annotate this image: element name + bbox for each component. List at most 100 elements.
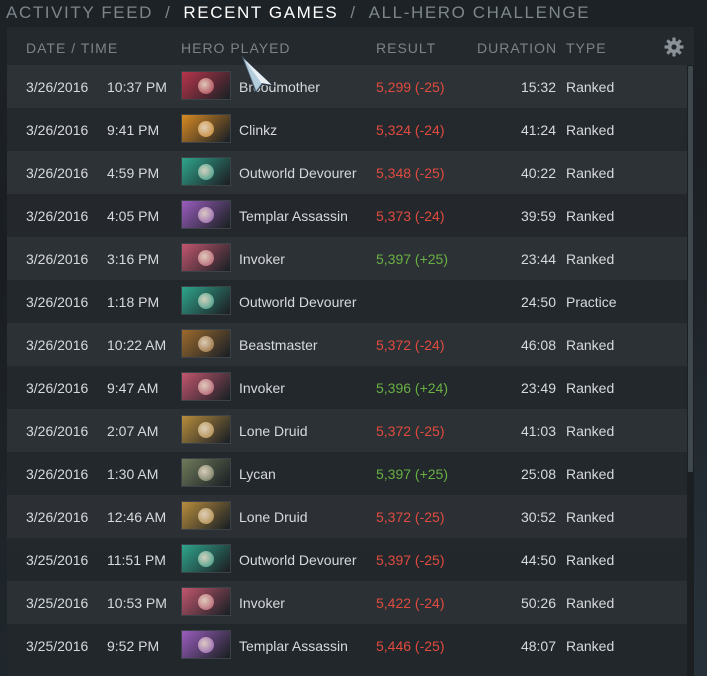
table-row[interactable]: 3/26/2016 9:47 AM Invoker 5,396 (+24) 23:49 R… [7,366,687,409]
hero-name: Lone Druid [239,509,308,525]
game-date: 3/26/2016 [26,380,89,396]
hero-portrait [181,71,231,100]
game-type: Ranked [566,251,615,267]
game-type: Ranked [566,595,615,611]
hero-name: Outworld Devourer [239,294,357,310]
hero-name: Lycan [239,466,276,482]
hero-face-icon [198,636,214,653]
table-row[interactable]: 3/26/2016 4:05 PM Templar Assassin 5,373 (-… [7,194,687,237]
game-duration: 23:49 [520,380,556,396]
scrollbar[interactable] [687,65,694,676]
table-header: DATE / TIME HERO PLAYED RESULT DURATION … [7,27,694,65]
game-time: 9:52 PM [107,638,160,654]
tab-bar: ACTIVITY FEED / RECENT GAMES / ALL-HERO … [0,0,707,26]
hero-name: Outworld Devourer [239,552,357,568]
table-row[interactable]: 3/26/2016 2:07 AM Lone Druid 5,372 (-25) 41:… [7,409,687,452]
recent-games-panel: DATE / TIME HERO PLAYED RESULT DURATION … [7,27,694,676]
hero-portrait [181,544,231,573]
scrollbar-thumb[interactable] [688,66,693,472]
table-row[interactable]: 3/26/2016 12:46 AM Lone Druid 5,372 (-25) 30… [7,495,687,538]
game-result: 5,397 (+25) [376,466,448,482]
game-type: Ranked [566,165,615,181]
hero-face-icon [198,77,214,94]
game-duration: 23:44 [520,251,556,267]
column-header-hero[interactable]: HERO PLAYED [181,40,291,56]
game-type: Ranked [566,79,615,95]
game-time: 10:53 PM [107,595,167,611]
hero-face-icon [198,464,214,481]
game-duration: 50:26 [520,595,556,611]
game-duration: 41:03 [520,423,556,439]
hero-portrait [181,587,231,616]
game-date: 3/26/2016 [26,423,89,439]
hero-portrait [181,372,231,401]
table-row[interactable]: 3/26/2016 9:41 PM Clinkz 5,324 (-24) 41:24 Ra… [7,108,687,151]
game-type: Practice [566,294,617,310]
table-row[interactable]: 3/25/2016 10:53 PM Invoker 5,422 (-24) 50:26… [7,581,687,624]
game-type: Ranked [566,122,615,138]
column-header-duration[interactable]: DURATION [477,40,557,56]
table-row[interactable]: 3/25/2016 11:51 PM Outworld Devourer 5,397 … [7,538,687,581]
game-result: 5,397 (-25) [376,552,445,568]
game-result: 5,446 (-25) [376,638,445,654]
game-date: 3/26/2016 [26,251,89,267]
tab-separator: / [350,3,357,22]
game-duration: 25:08 [520,466,556,482]
hero-face-icon [198,593,214,610]
hero-face-icon [198,550,214,567]
table-row[interactable]: 3/26/2016 4:59 PM Outworld Devourer 5,348 (… [7,151,687,194]
table-row[interactable]: 3/25/2016 9:52 PM Templar Assassin 5,446 (-… [7,624,687,667]
game-duration: 46:08 [520,337,556,353]
hero-name: Templar Assassin [239,638,348,654]
hero-portrait [181,286,231,315]
hero-portrait [181,630,231,659]
hero-name: Outworld Devourer [239,165,357,181]
game-type: Ranked [566,638,615,654]
game-duration: 30:52 [520,509,556,525]
column-header-date-time[interactable]: DATE / TIME [26,40,118,56]
tab-all-hero-challenge[interactable]: ALL-HERO CHALLENGE [369,3,591,23]
game-type: Ranked [566,509,615,525]
hero-face-icon [198,335,214,352]
game-date: 3/25/2016 [26,552,89,568]
hero-face-icon [198,120,214,137]
game-time: 9:47 AM [107,380,159,396]
game-duration: 39:59 [520,208,556,224]
hero-portrait [181,415,231,444]
game-date: 3/26/2016 [26,208,89,224]
game-time: 10:37 PM [107,79,167,95]
hero-face-icon [198,292,214,309]
game-date: 3/26/2016 [26,509,89,525]
game-date: 3/26/2016 [26,79,89,95]
game-date: 3/26/2016 [26,165,89,181]
game-duration: 15:32 [520,79,556,95]
game-type: Ranked [566,337,615,353]
column-header-result[interactable]: RESULT [376,40,436,56]
table-row[interactable]: 3/26/2016 10:22 AM Beastmaster 5,372 (-24) 4… [7,323,687,366]
column-header-type[interactable]: TYPE [566,40,607,56]
hero-face-icon [198,206,214,223]
hero-name: Invoker [239,595,285,611]
game-time: 1:18 PM [107,294,160,310]
game-time: 11:51 PM [107,552,166,568]
tab-activity-feed[interactable]: ACTIVITY FEED [6,3,153,23]
gear-icon[interactable] [664,37,684,57]
game-time: 4:59 PM [107,165,160,181]
game-date: 3/25/2016 [26,595,89,611]
table-row[interactable]: 3/26/2016 3:16 PM Invoker 5,397 (+25) 23:44 R… [7,237,687,280]
tab-recent-games[interactable]: RECENT GAMES [183,3,338,23]
hero-face-icon [198,378,214,395]
hero-portrait [181,200,231,229]
hero-portrait [181,458,231,487]
hero-name: Beastmaster [239,337,318,353]
table-row[interactable]: 3/26/2016 1:18 PM Outworld Devourer 24:50 Pr… [7,280,687,323]
game-result: 5,372 (-25) [376,423,445,439]
hero-name: Templar Assassin [239,208,348,224]
game-time: 10:22 AM [107,337,167,353]
hero-portrait [181,329,231,358]
game-type: Ranked [566,552,615,568]
table-row[interactable]: 3/26/2016 1:30 AM Lycan 5,397 (+25) 25:08 Ran… [7,452,687,495]
table-row[interactable]: 3/26/2016 10:37 PM Broodmother 5,299 (-25) 1… [7,65,687,108]
hero-name: Clinkz [239,122,278,138]
game-type: Ranked [566,423,615,439]
